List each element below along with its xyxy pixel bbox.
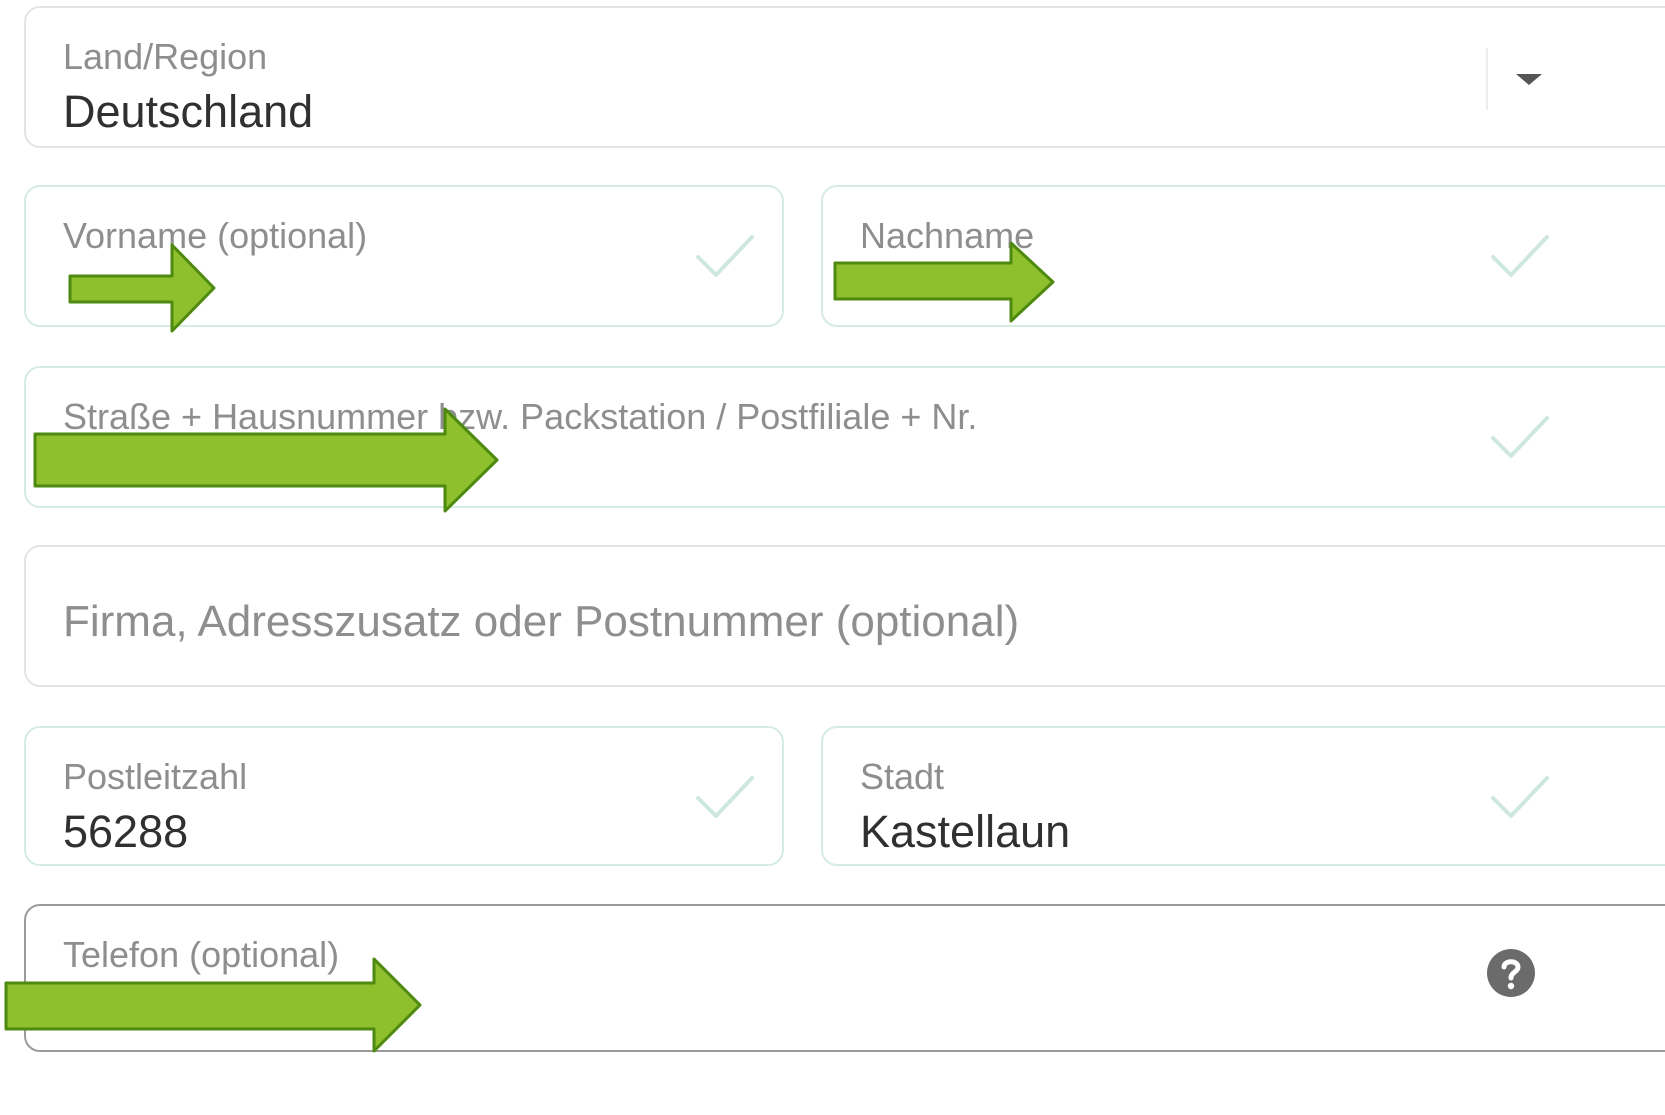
checkmark-icon: [694, 233, 756, 281]
company-placeholder: Firma, Adresszusatz oder Postnummer (opt…: [63, 597, 1020, 646]
checkmark-icon: [694, 774, 756, 822]
postal-code-value: 56288: [63, 806, 189, 857]
arrow-right-icon: [68, 242, 218, 334]
company-field[interactable]: Firma, Adresszusatz oder Postnummer (opt…: [24, 545, 1665, 687]
arrow-right-icon: [4, 956, 424, 1054]
chevron-down-icon[interactable]: [1514, 72, 1544, 93]
help-circle-icon[interactable]: [1486, 948, 1536, 1003]
city-field[interactable]: Stadt Kastellaun: [821, 726, 1665, 866]
city-label: Stadt: [860, 756, 945, 797]
country-select[interactable]: Land/Region Deutschland: [24, 6, 1665, 148]
arrow-right-icon: [833, 240, 1057, 324]
postal-code-label: Postleitzahl: [63, 756, 248, 797]
address-form: { "form": { "country": { "label": "Land/…: [0, 0, 1665, 1115]
select-divider: [1486, 48, 1488, 110]
city-value: Kastellaun: [860, 806, 1071, 857]
checkmark-icon: [1489, 233, 1551, 281]
checkmark-icon: [1489, 414, 1551, 462]
country-value: Deutschland: [63, 86, 314, 137]
checkmark-icon: [1489, 774, 1551, 822]
postal-code-field[interactable]: Postleitzahl 56288: [24, 726, 784, 866]
arrow-right-icon: [33, 406, 501, 514]
country-label: Land/Region: [63, 36, 268, 77]
